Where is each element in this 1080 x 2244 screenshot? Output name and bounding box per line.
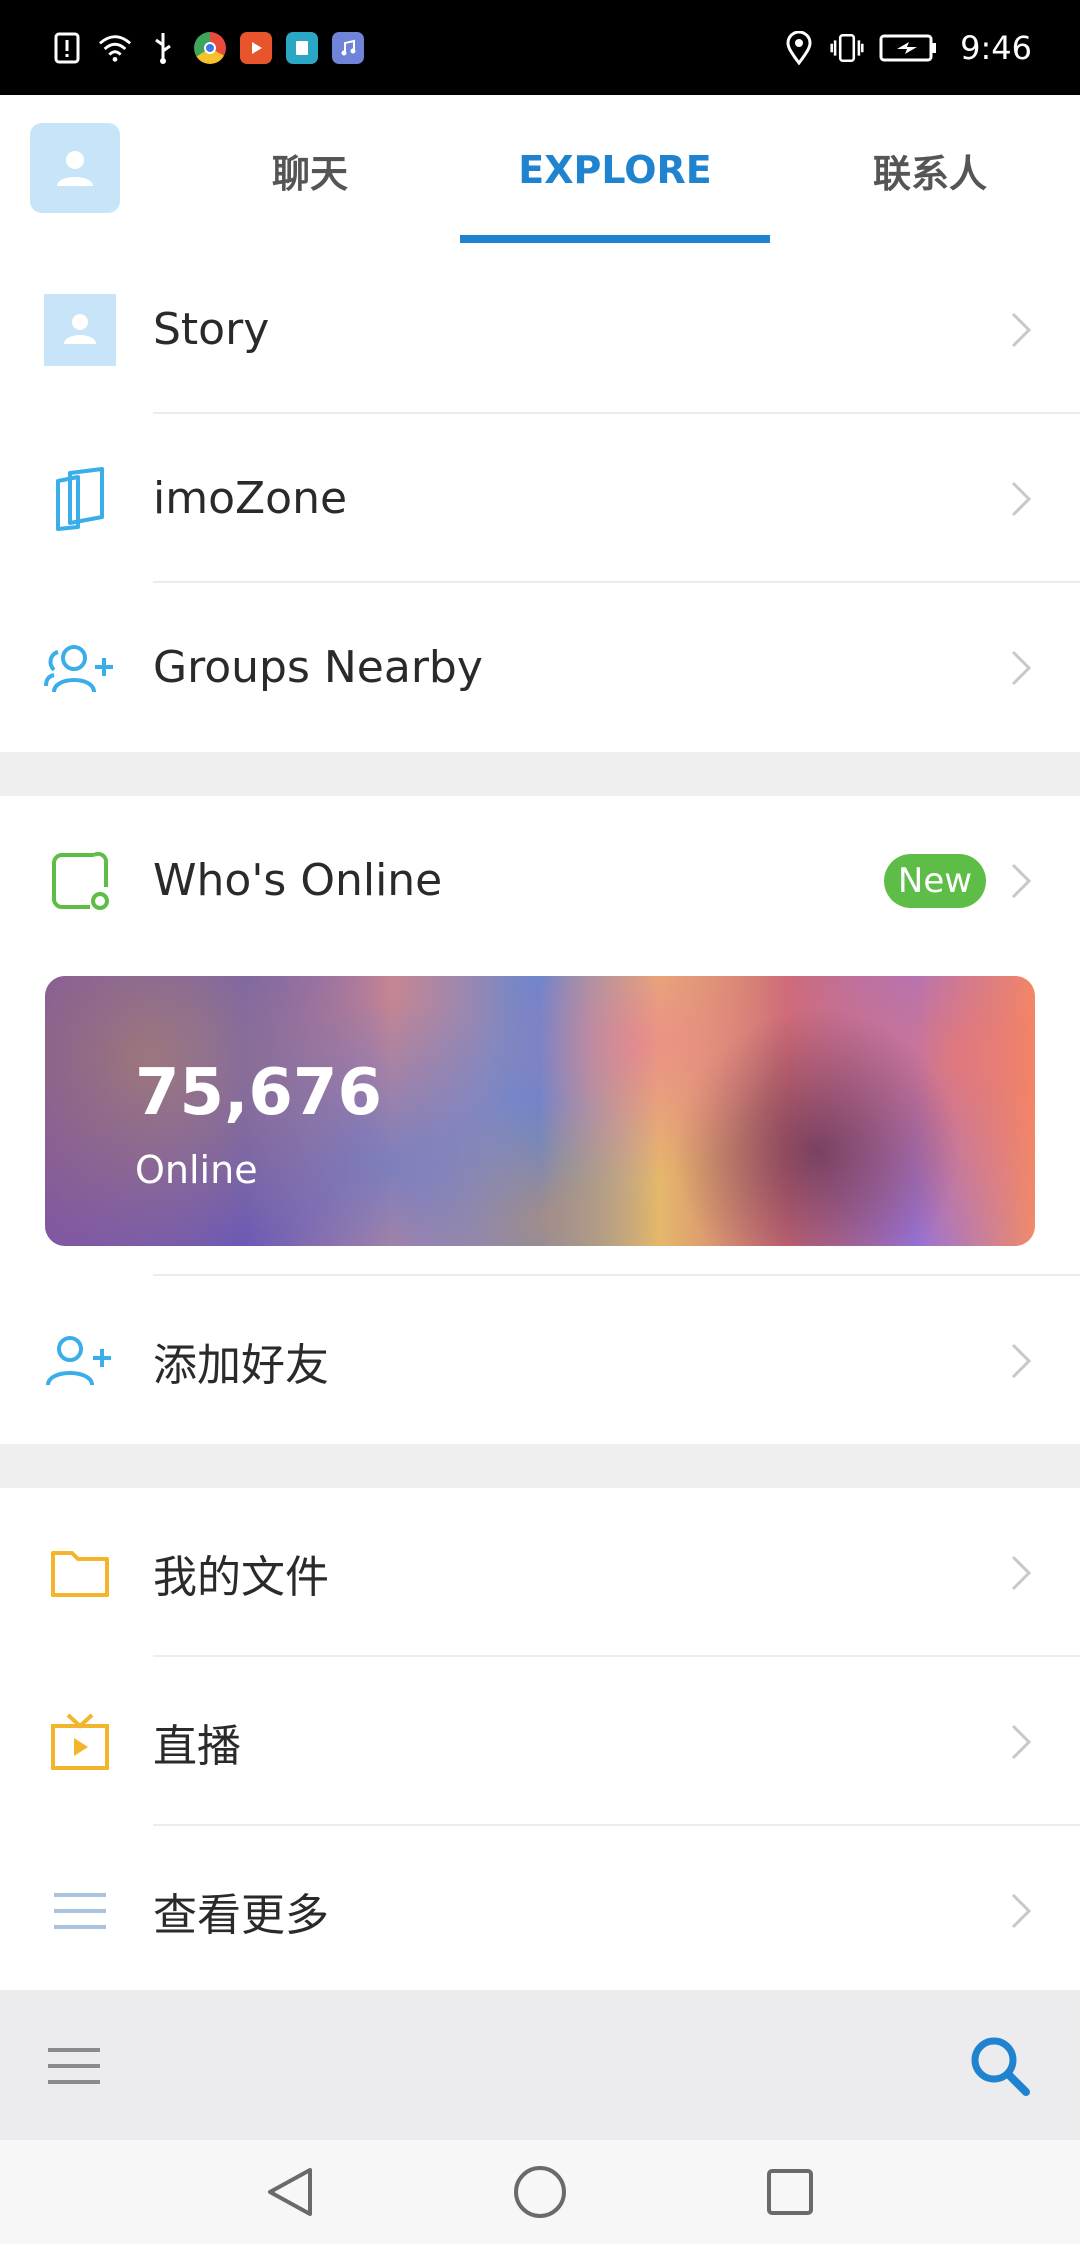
person-icon bbox=[44, 293, 116, 366]
list-item-imozone[interactable]: imoZone bbox=[0, 414, 1080, 583]
chevron-right-icon bbox=[1006, 1891, 1036, 1931]
list-item-add-friend[interactable]: 添加好友 bbox=[0, 1276, 1080, 1445]
chevron-right-icon bbox=[1006, 1341, 1036, 1381]
bottom-bar bbox=[0, 1990, 1080, 2140]
section-discover: Story imoZone Groups Nearby bbox=[0, 245, 1080, 752]
list-item-label: Story bbox=[153, 304, 270, 355]
vibrate-icon bbox=[830, 31, 864, 65]
system-nav-bar bbox=[0, 2140, 1080, 2244]
alert-icon bbox=[50, 31, 84, 65]
group-add-icon bbox=[44, 632, 116, 704]
status-right: 9:46 bbox=[782, 29, 1032, 67]
home-button[interactable] bbox=[505, 2157, 575, 2227]
list-item-label: 查看更多 bbox=[153, 1889, 329, 1941]
home-circle-icon bbox=[514, 2166, 566, 2218]
chevron-right-icon bbox=[1006, 1722, 1036, 1762]
section-gap bbox=[0, 752, 1080, 796]
chevron-right-icon bbox=[1006, 648, 1036, 688]
status-time: 9:46 bbox=[960, 28, 1032, 67]
list-item-label: 直播 bbox=[153, 1720, 241, 1772]
list-item-label: 我的文件 bbox=[153, 1551, 329, 1603]
list-item-story[interactable]: Story bbox=[0, 245, 1080, 414]
online-users-card[interactable]: 75,676 Online bbox=[45, 976, 1035, 1246]
usb-icon bbox=[146, 31, 180, 65]
recents-button[interactable] bbox=[755, 2157, 825, 2227]
tab-contacts[interactable]: 联系人 bbox=[780, 95, 1080, 245]
wifi-icon bbox=[98, 31, 132, 65]
search-icon bbox=[971, 2037, 1030, 2096]
tab-indicator bbox=[460, 235, 770, 243]
list-item-label: Groups Nearby bbox=[153, 642, 483, 693]
menu-button[interactable] bbox=[44, 2036, 104, 2096]
list-item-see-more[interactable]: 查看更多 bbox=[0, 1826, 1080, 1995]
chevron-right-icon bbox=[1006, 861, 1036, 901]
section-tools: 我的文件 直播 查看更多 bbox=[0, 1488, 1080, 1995]
tab-explore[interactable]: EXPLORE bbox=[460, 95, 770, 245]
back-button[interactable] bbox=[255, 2157, 325, 2227]
chevron-right-icon bbox=[1006, 310, 1036, 350]
online-count: 75,676 bbox=[135, 1056, 382, 1130]
tab-chat[interactable]: 聊天 bbox=[160, 95, 460, 245]
list-item-my-files[interactable]: 我的文件 bbox=[0, 1488, 1080, 1657]
section-gap bbox=[0, 1444, 1080, 1488]
app-book-icon bbox=[286, 31, 318, 64]
menu-icon bbox=[48, 2048, 100, 2084]
list-item-label: imoZone bbox=[153, 473, 348, 524]
list-item-label: 添加好友 bbox=[153, 1339, 329, 1391]
tv-icon bbox=[44, 1706, 116, 1778]
person-add-icon bbox=[44, 1325, 116, 1397]
person-icon bbox=[57, 151, 93, 186]
chevron-right-icon bbox=[1006, 1553, 1036, 1593]
folder-icon bbox=[44, 1537, 116, 1609]
online-label: Online bbox=[135, 1148, 258, 1192]
search-button[interactable] bbox=[960, 2026, 1040, 2106]
app-music-icon bbox=[332, 31, 364, 64]
battery-icon bbox=[878, 31, 938, 65]
tab-header: 聊天 EXPLORE 联系人 bbox=[0, 95, 1080, 245]
status-left bbox=[50, 31, 364, 65]
location-icon bbox=[782, 30, 816, 65]
imozone-icon bbox=[44, 463, 116, 535]
list-item-label: Who's Online bbox=[153, 855, 443, 906]
list-item-groups-nearby[interactable]: Groups Nearby bbox=[0, 583, 1080, 752]
more-lines-icon bbox=[44, 1875, 116, 1947]
online-icon bbox=[44, 845, 116, 917]
recents-square-icon bbox=[767, 2169, 813, 2215]
app-video-icon bbox=[240, 31, 272, 64]
status-bar: 9:46 bbox=[0, 0, 1080, 95]
back-triangle-icon bbox=[268, 2168, 312, 2216]
list-item-live[interactable]: 直播 bbox=[0, 1657, 1080, 1826]
new-badge: New bbox=[884, 853, 986, 908]
app-chrome-icon bbox=[194, 31, 226, 64]
avatar[interactable] bbox=[30, 123, 120, 213]
list-item-whos-online[interactable]: Who's Online New bbox=[0, 796, 1080, 965]
section-online: Who's Online New 75,676 Online 添加好友 bbox=[0, 796, 1080, 1444]
chevron-right-icon bbox=[1006, 479, 1036, 519]
